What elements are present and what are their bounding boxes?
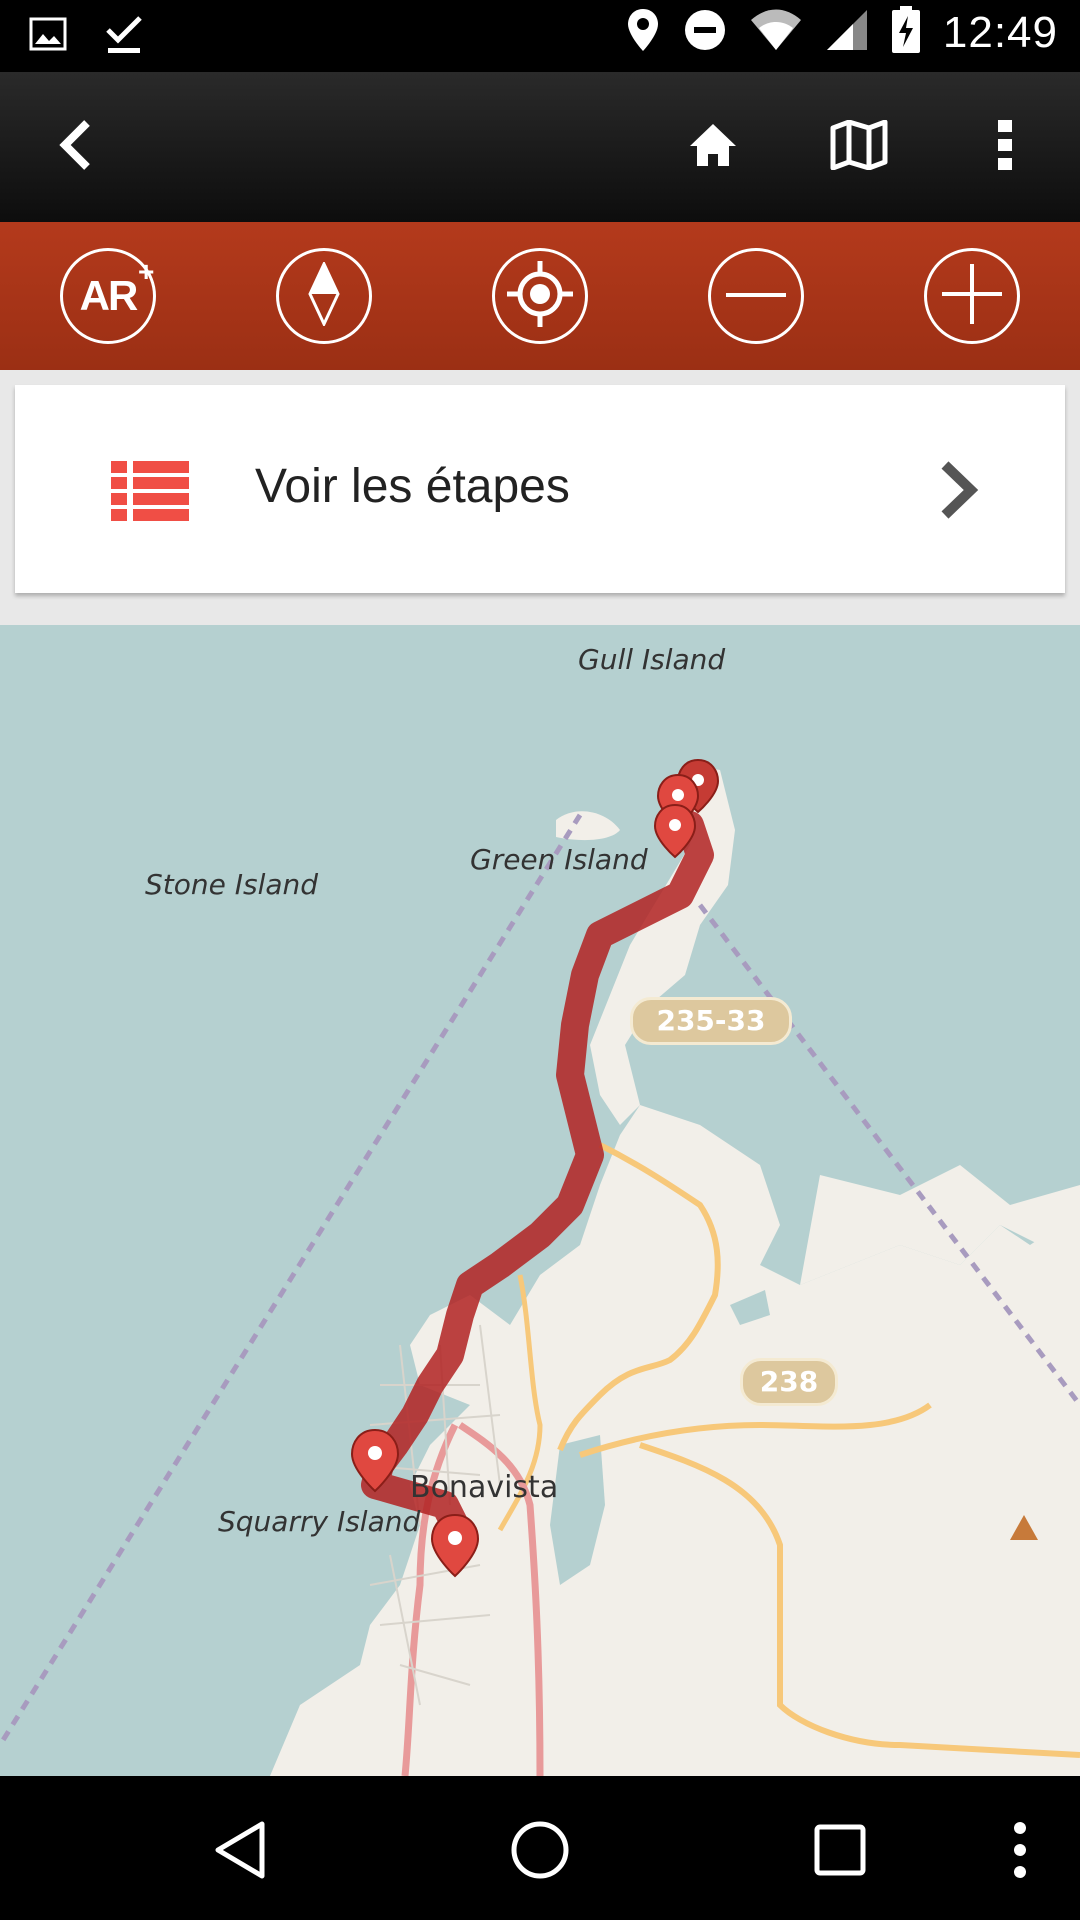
signal-icon [825,8,869,57]
overflow-menu-button[interactable] [970,112,1040,182]
back-triangle-icon [212,1820,268,1885]
map-label-bonavista: Bonavista [410,1470,559,1505]
map-canvas [0,625,1080,1776]
compass-icon [304,259,344,331]
back-arrow-icon [53,117,97,178]
nav-more-button[interactable] [980,1812,1060,1892]
zoom-out-icon [726,287,786,305]
chevron-right-icon [937,459,981,526]
navigation-bar [0,1776,1080,1920]
view-stages-label: Voir les étapes [255,460,570,513]
download-done-icon [102,12,146,61]
map-icon [830,119,888,175]
view-stages-card[interactable]: Voir les étapes [15,385,1065,593]
home-circle-icon [510,1820,570,1885]
wifi-icon [749,8,803,57]
map-view[interactable]: Gull Island Green Island Stone Island Sq… [0,625,1080,1776]
clock: 12:49 [942,7,1058,57]
zoom-in-icon [942,263,1002,329]
locate-icon [505,259,575,334]
map-button[interactable] [824,112,894,182]
map-label-gull-island: Gull Island [578,643,726,676]
recents-square-icon [813,1823,867,1882]
map-label-squarry-island: Squarry Island [218,1505,421,1538]
road-shield-238: 238 [740,1358,838,1406]
battery-charging-icon [891,6,921,59]
zoom-in-button[interactable] [924,248,1020,344]
back-button[interactable] [40,112,110,182]
do-not-disturb-icon [683,8,727,57]
ar-icon: AR + [79,256,155,320]
ar-label: AR [79,272,139,319]
ar-plus: + [137,256,154,287]
compass-button[interactable] [276,248,372,344]
home-button[interactable] [678,112,748,182]
map-label-stone-island: Stone Island [145,868,319,901]
nav-back-button[interactable] [200,1812,280,1892]
list-icon [111,461,189,526]
map-label-green-island: Green Island [470,843,648,876]
locate-button[interactable] [492,248,588,344]
zoom-out-button[interactable] [708,248,804,344]
more-vert-icon [995,118,1015,177]
status-bar: 12:49 [0,0,1080,72]
map-toolbar: AR + [0,222,1080,370]
image-icon [28,14,68,59]
nav-home-button[interactable] [500,1812,580,1892]
app-bar [0,72,1080,222]
nav-recents-button[interactable] [800,1812,880,1892]
more-dots-icon [1012,1820,1028,1885]
home-icon [688,122,738,173]
location-icon [625,7,661,58]
ar-button[interactable]: AR + [60,248,156,344]
road-shield-235-33: 235-33 [630,997,792,1045]
